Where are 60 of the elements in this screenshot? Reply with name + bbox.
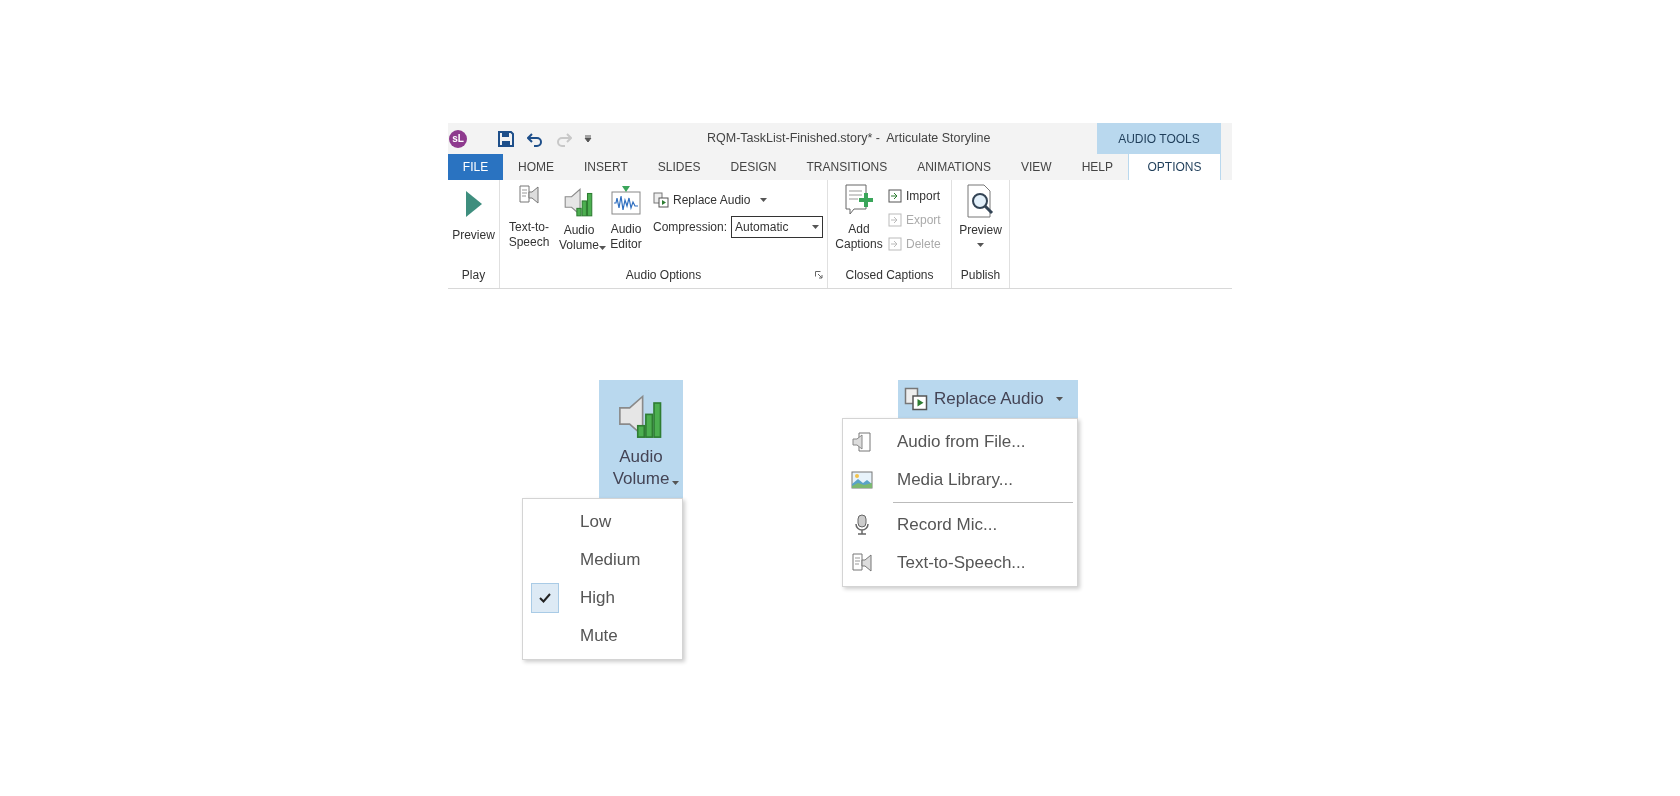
ribbon-tab[interactable]: DESIGN [715,154,792,180]
ribbon-tab[interactable]: SLIDES [642,154,716,180]
caption-file-icon [888,237,902,251]
preview-button[interactable]: Preview [448,180,499,266]
caret-icon [977,243,984,247]
menu-item[interactable]: Media Library... [843,461,1077,499]
caret-icon [671,481,679,485]
volume-option[interactable]: High [523,579,682,617]
add-captions-button[interactable]: Add Captions [834,183,884,252]
ribbon-tab[interactable]: TRANSITIONS [791,154,903,180]
text-speaker-icon [851,552,873,574]
play-icon [464,190,483,218]
group-label: Publish [959,267,1002,284]
caption-file-icon [888,213,902,227]
undo-icon[interactable] [527,130,543,147]
replace-audio-button[interactable]: Replace Audio [653,190,824,210]
publish-preview-button[interactable]: Preview [952,180,1009,266]
ribbon-tab[interactable]: ANIMATIONS [902,154,1006,180]
check-icon [539,593,551,603]
app-logo: sL [449,129,467,148]
group-label: Audio Options [624,267,703,284]
volume-option[interactable]: Low [523,503,682,541]
volume-option[interactable]: Medium [523,541,682,579]
ribbon-tab[interactable]: HOME [503,154,569,180]
ribbon-tab[interactable]: OPTIONS [1128,154,1221,180]
menu-item[interactable]: Text-to-Speech... [843,544,1077,582]
ribbon-tab[interactable]: INSERT [569,154,643,180]
contextual-tab-header: AUDIO TOOLS [1097,123,1221,154]
window-title: RQM-TaskList-Finished.story* - Articulate Storyline [707,130,991,148]
ribbon-tab[interactable]: VIEW [1005,154,1067,180]
text-speaker-icon [518,184,540,206]
group-label: Play [460,267,487,284]
dialog-launcher-icon[interactable] [815,271,823,279]
magnifier-document-icon [965,183,996,219]
replace-audio-button[interactable]: Replace Audio [898,380,1078,418]
replace-audio-icon [904,387,928,411]
audio-editor-button[interactable]: Audio Editor [606,184,646,252]
save-icon[interactable] [498,130,514,147]
menu-item[interactable]: Record Mic... [843,506,1077,544]
menu-item[interactable]: Audio from File... [843,423,1077,461]
waveform-icon [611,186,641,216]
audio-volume-button[interactable]: Audio Volume [555,184,603,250]
text-to-speech-button[interactable]: Text-to-Speech [506,184,552,250]
ribbon-tab[interactable]: FILE [448,154,503,180]
caret-icon [598,246,606,250]
compression-dropdown[interactable]: Automatic [731,216,824,238]
image-folder-icon [851,469,873,491]
replace-audio-icon [653,192,669,208]
audio-file-icon [851,431,873,453]
caption-action-button[interactable]: Import [888,187,941,205]
caret-icon [760,198,768,202]
group-label: Closed Captions [844,267,935,284]
volume-option[interactable]: Mute [523,617,682,655]
audio-volume-button[interactable]: Audio Volume [599,380,683,498]
compression-label: Compression: [653,219,728,236]
caption-file-icon [888,189,902,203]
caret-icon [1055,397,1063,401]
ribbon-tab[interactable]: HELP [1066,154,1128,180]
caret-icon [812,225,820,229]
customize-menu-icon[interactable] [584,134,592,143]
